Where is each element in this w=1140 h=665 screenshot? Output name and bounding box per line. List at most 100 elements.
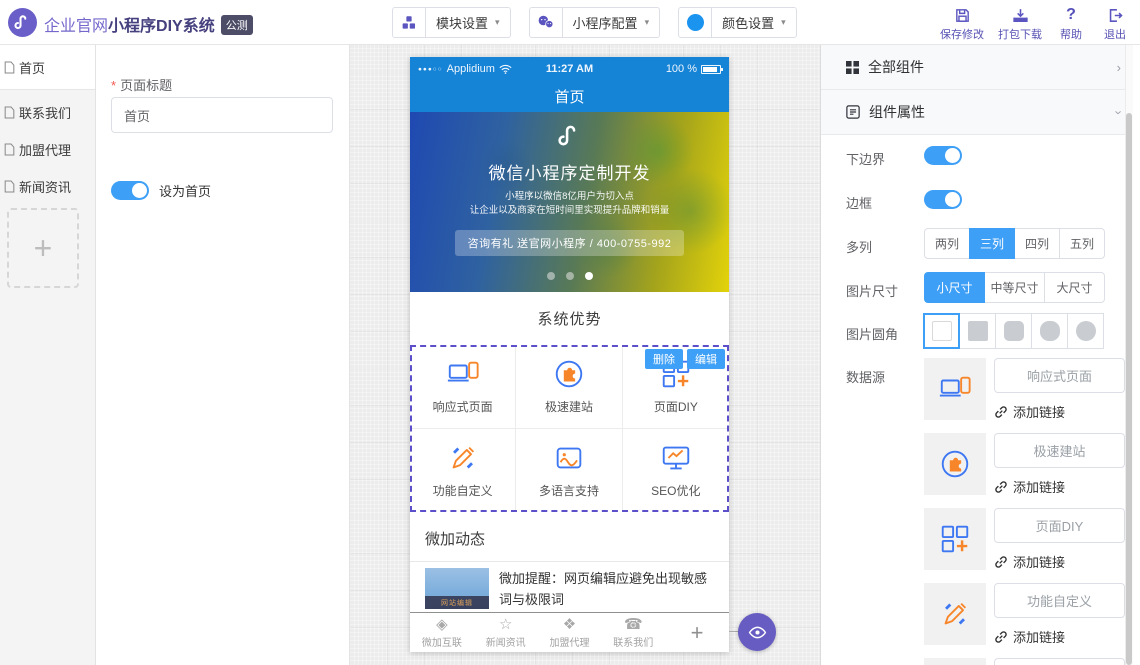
add-link-button[interactable]: 添加链接 [994, 552, 1065, 571]
sidebar-item-home[interactable]: 首页 [0, 45, 95, 90]
hero-banner[interactable]: 微信小程序定制开发 小程序以微信8亿用户为切入点 让企业以及商家在短时间里实现提… [410, 112, 729, 292]
datasource-title-input[interactable] [994, 433, 1125, 468]
radius-option-large[interactable] [1031, 313, 1068, 349]
page-title-input[interactable] [111, 97, 333, 133]
seo-icon [659, 441, 693, 475]
sidebar-item-label: 加盟代理 [19, 140, 71, 159]
add-link-button[interactable]: 添加链接 [994, 402, 1065, 421]
news-section-title: 微加动态 [425, 528, 485, 549]
columns-segmented-control: 两列 三列 四列 五列 [924, 228, 1105, 259]
advantage-cell[interactable]: 功能自定义 [410, 429, 516, 513]
color-settings-menu[interactable]: 颜色设置 ▾ [678, 7, 797, 38]
download-button[interactable]: 打包下载 [991, 4, 1049, 42]
advantage-cell[interactable]: 多语言支持 [516, 429, 622, 513]
beta-badge: 公测 [221, 15, 253, 35]
set-home-toggle[interactable] [111, 181, 149, 200]
add-link-label: 添加链接 [1013, 477, 1065, 496]
battery-icon [701, 65, 721, 74]
datasource-title-input[interactable] [994, 508, 1125, 543]
columns-option-2[interactable]: 两列 [924, 228, 970, 259]
components-grid-icon [846, 61, 859, 74]
columns-option-4[interactable]: 四列 [1014, 228, 1060, 259]
inspector-panel: 全部组件 › 组件属性 › 下边界 边框 多列 两列 三列 四列 五列 图片尺寸… [820, 45, 1133, 665]
add-link-button[interactable]: 添加链接 [994, 477, 1065, 496]
delete-component-button[interactable]: 删除 [645, 349, 683, 369]
help-icon: ? [1066, 4, 1076, 24]
tab-label: 新闻资讯 [486, 634, 526, 649]
tab-add[interactable]: + [665, 613, 729, 652]
datasource-title-input[interactable] [994, 658, 1125, 665]
tab-weijia[interactable]: ◈ 微加互联 [410, 613, 474, 652]
tab-agency[interactable]: ❖ 加盟代理 [538, 613, 602, 652]
inspector-scrollbar[interactable] [1125, 45, 1133, 665]
all-components-header[interactable]: 全部组件 › [821, 45, 1133, 90]
sidebar-item-contact[interactable]: 联系我们 [0, 94, 95, 131]
hero-cta-button[interactable]: 咨询有礼 送官网小程序 / 400-0755-992 [455, 230, 685, 256]
datasource-title-input[interactable] [994, 358, 1125, 393]
sidebar-item-agency[interactable]: 加盟代理 [0, 131, 95, 168]
wifi-icon [499, 64, 512, 74]
advantage-cell[interactable]: 极速建站 [516, 345, 622, 429]
advantage-label: SEO优化 [651, 482, 700, 499]
component-props-label: 组件属性 [869, 102, 925, 122]
sidebar-item-news[interactable]: 新闻资讯 [0, 168, 95, 205]
columns-option-3-selected[interactable]: 三列 [969, 228, 1015, 259]
add-link-label: 添加链接 [1013, 402, 1065, 421]
save-button[interactable]: 保存修改 [933, 4, 991, 42]
divider [410, 561, 729, 562]
news-item[interactable]: 网站编辑 微加提醒：网页编辑应避免出现敏感词与极限词 [425, 568, 719, 610]
diamonds-icon: ❖ [563, 617, 576, 633]
color-settings-label: 颜色设置 ▾ [712, 13, 796, 32]
page-icon [4, 106, 15, 119]
datasource-icon-box [924, 583, 986, 645]
advantage-cell[interactable]: 响应式页面 [410, 345, 516, 429]
scrollbar-thumb[interactable] [1126, 113, 1132, 665]
advantage-cell[interactable]: SEO优化 [623, 429, 729, 513]
image-size-large[interactable]: 大尺寸 [1044, 272, 1105, 303]
radius-option-circle[interactable] [1067, 313, 1104, 349]
plus-icon: + [34, 230, 53, 267]
exit-button[interactable]: 退出 [1093, 4, 1137, 42]
bottom-border-toggle[interactable] [924, 146, 962, 165]
app-title-secondary: 小程序DIY系统 [108, 18, 215, 35]
miniprogram-config-menu[interactable]: 小程序配置 ▾ [529, 7, 661, 38]
module-settings-menu[interactable]: 模块设置 ▾ [392, 7, 511, 38]
radius-option-none-selected[interactable] [923, 313, 960, 349]
help-button[interactable]: ? 帮助 [1049, 4, 1093, 42]
custom-function-icon [446, 441, 480, 475]
datasource-icon-box [924, 508, 986, 570]
advantages-title: 系统优势 [537, 308, 601, 329]
preview-eye-button[interactable] [738, 613, 776, 651]
page-diy-icon [938, 522, 972, 556]
news-headline: 微加提醒：网页编辑应避免出现敏感词与极限词 [499, 568, 719, 610]
edit-component-button[interactable]: 编辑 [687, 349, 725, 369]
sidebar-item-label: 新闻资讯 [19, 177, 71, 196]
radius-option-small[interactable] [959, 313, 996, 349]
image-radius-options [924, 313, 1104, 349]
sidebar-item-label: 联系我们 [19, 103, 71, 122]
add-page-button[interactable]: + [7, 208, 79, 288]
wechat-icon [530, 8, 563, 37]
carousel-dot[interactable] [566, 272, 574, 280]
image-size-small-selected[interactable]: 小尺寸 [924, 272, 985, 303]
add-link-button[interactable]: 添加链接 [994, 627, 1065, 646]
status-right: 100 % [593, 63, 721, 75]
advantages-title-section: 系统优势 [410, 292, 729, 345]
radius-option-medium[interactable] [995, 313, 1032, 349]
advantages-component[interactable]: 响应式页面 极速建站 页面DIY 功能自定义 [410, 345, 729, 512]
component-props-header[interactable]: 组件属性 › [821, 90, 1133, 135]
tab-news[interactable]: ☆ 新闻资讯 [474, 613, 538, 652]
phone-preview: ●●●○○ Applidium 11:27 AM 100 % 首页 微信小程序定… [410, 57, 729, 652]
columns-option-5[interactable]: 五列 [1059, 228, 1105, 259]
menu-label: 模块设置 [436, 13, 488, 32]
datasource-title-input[interactable] [994, 583, 1125, 618]
image-size-medium[interactable]: 中等尺寸 [984, 272, 1045, 303]
image-radius-label: 图片圆角 [846, 324, 898, 343]
responsive-page-icon [938, 372, 972, 406]
all-components-label: 全部组件 [868, 57, 924, 77]
carousel-dot[interactable] [547, 272, 555, 280]
tab-contact[interactable]: ☎ 联系我们 [601, 613, 665, 652]
set-home-label: 设为首页 [159, 181, 211, 200]
carousel-dot-active[interactable] [585, 272, 593, 280]
border-toggle[interactable] [924, 190, 962, 209]
